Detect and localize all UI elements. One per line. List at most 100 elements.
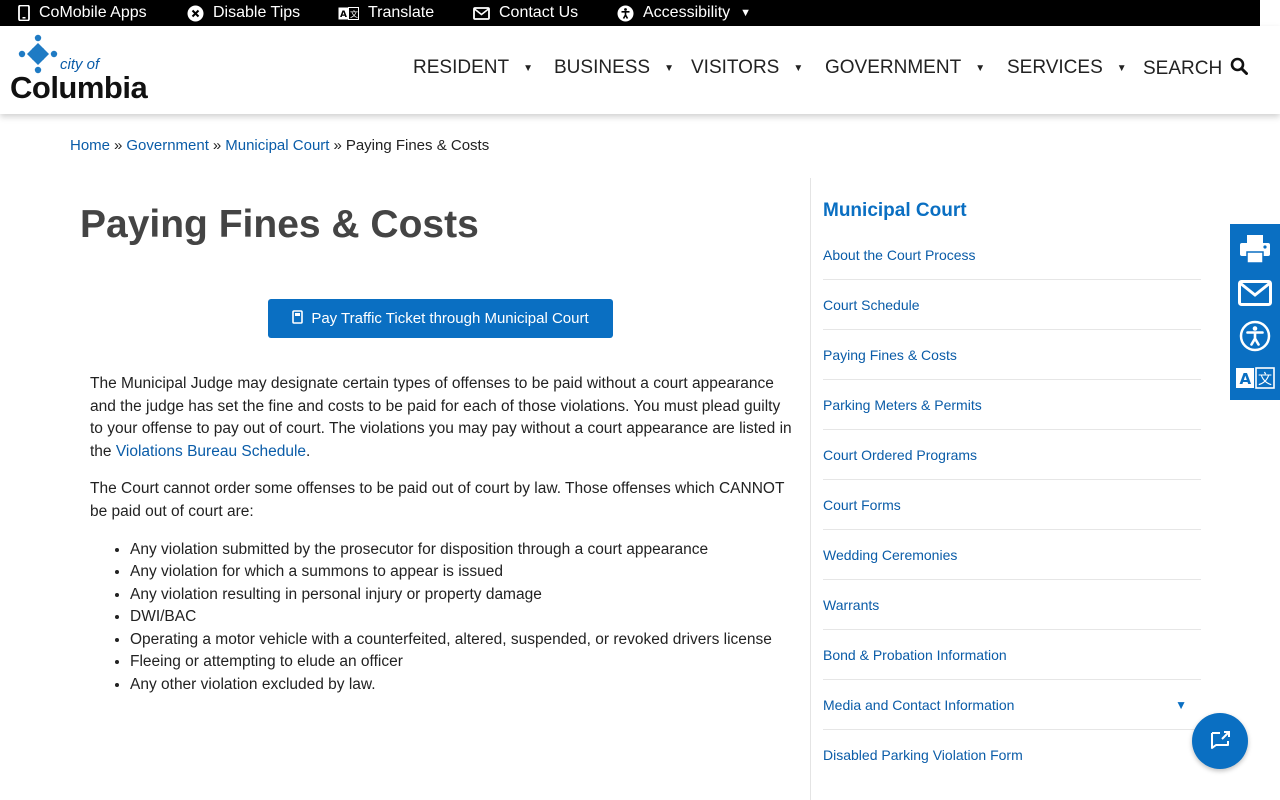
violations-bureau-schedule-link[interactable]: Violations Bureau Schedule [116, 443, 306, 460]
caret-down-icon: ▼ [1116, 62, 1127, 74]
sidebar-item-court-process[interactable]: About the Court Process [823, 230, 1201, 280]
translate-icon: A文 [338, 6, 359, 20]
sidebar-item-label: Paying Fines & Costs [823, 346, 957, 363]
close-circle-icon [187, 5, 204, 22]
nav-visitors[interactable]: VISITORS ▼ [691, 57, 803, 79]
search-icon [1230, 57, 1249, 81]
sidebar-item-label: Court Schedule [823, 296, 920, 313]
sidebar-item-label: Media and Contact Information [823, 696, 1015, 713]
sidebar-item-label: Parking Meters & Permits [823, 396, 982, 413]
list-item: Fleeing or attempting to elude an office… [130, 651, 792, 674]
sidebar: Municipal Court About the Court Process … [810, 178, 1210, 800]
intro-text-end: . [306, 442, 311, 460]
accessibility-button[interactable] [1230, 314, 1280, 358]
caret-down-icon: ▼ [664, 62, 674, 74]
pay-traffic-ticket-button[interactable]: Pay Traffic Ticket through Municipal Cou… [268, 299, 613, 338]
sidebar-item-label: Warrants [823, 596, 880, 613]
list-item: Any violation submitted by the prosecuto… [130, 539, 792, 562]
nav-business[interactable]: BUSINESS ▼ [554, 57, 674, 79]
sidebar-item-court-ordered-programs[interactable]: Court Ordered Programs [823, 430, 1201, 480]
chevron-down-icon: ▼ [740, 7, 752, 19]
svg-text:文: 文 [1258, 372, 1272, 388]
list-item: Any other violation excluded by law. [130, 674, 792, 697]
nav-resident-label: RESIDENT [413, 57, 510, 78]
accessibility-menu[interactable]: Accessibility ▼ [617, 0, 751, 26]
caret-down-icon: ▼ [975, 62, 986, 74]
sidebar-item-bond-probation[interactable]: Bond & Probation Information [823, 630, 1201, 680]
email-icon [1238, 280, 1272, 306]
caret-down-icon: ▼ [793, 62, 804, 74]
site-header: city of Columbia RESIDENT ▼ BUSINESS ▼ VIS… [0, 26, 1280, 114]
comobile-apps-link[interactable]: CoMobile Apps [18, 0, 147, 26]
translate-icon: A文 [1236, 367, 1275, 389]
intro-paragraph: The Municipal Judge may designate certai… [90, 373, 792, 463]
disable-tips-label: Disable Tips [213, 4, 301, 21]
breadcrumb-separator: » [114, 137, 123, 154]
email-button[interactable] [1230, 271, 1280, 315]
breadcrumb-home[interactable]: Home [70, 137, 110, 154]
breadcrumb-current: Paying Fines & Costs [345, 137, 490, 154]
list-item: DWI/BAC [130, 606, 792, 629]
svg-text:文: 文 [350, 9, 358, 19]
nav-government[interactable]: GOVERNMENT ▼ [825, 57, 985, 79]
sidebar-item-label: Court Forms [823, 496, 901, 513]
chat-button[interactable] [1192, 713, 1248, 769]
share-toolbar: A文 [1230, 224, 1280, 400]
disable-tips-link[interactable]: Disable Tips [187, 0, 300, 26]
nav-business-label: BUSINESS [554, 57, 651, 78]
nav-government-label: GOVERNMENT [825, 57, 962, 78]
sidebar-item-court-forms[interactable]: Court Forms [823, 480, 1201, 530]
sidebar-item-media-contact[interactable]: Media and Contact Information ▼ [823, 680, 1201, 730]
nav-search[interactable]: SEARCH [1143, 57, 1249, 81]
print-button[interactable] [1230, 227, 1280, 271]
nav-services-label: SERVICES [1007, 57, 1103, 78]
sidebar-item-warrants[interactable]: Warrants [823, 580, 1201, 630]
sidebar-item-paying-fines[interactable]: Paying Fines & Costs [823, 330, 1201, 380]
breadcrumb-separator: » [333, 137, 342, 154]
sidebar-list: About the Court Process Court Schedule P… [823, 230, 1201, 780]
cannot-pay-paragraph: The Court cannot order some offenses to … [90, 480, 785, 520]
accessibility-icon [1239, 320, 1271, 352]
envelope-icon [473, 6, 490, 20]
list-item: Operating a motor vehicle with a counter… [130, 629, 792, 652]
nav-visitors-label: VISITORS [691, 57, 780, 78]
accessibility-icon [617, 5, 634, 22]
accessibility-label: Accessibility [643, 4, 731, 21]
breadcrumb-separator: » [212, 137, 222, 154]
svg-text:A: A [1240, 370, 1252, 388]
contact-us-label: Contact Us [499, 4, 579, 21]
sidebar-item-disabled-parking[interactable]: Disabled Parking Violation Form [823, 730, 1201, 780]
breadcrumb-municipal-court[interactable]: Municipal Court [225, 137, 329, 154]
chat-icon [1211, 731, 1230, 749]
sidebar-item-wedding-ceremonies[interactable]: Wedding Ceremonies [823, 530, 1201, 580]
expand-caret-icon[interactable]: ▼ [1175, 698, 1187, 712]
sidebar-item-label: Bond & Probation Information [823, 646, 1007, 663]
translate-button[interactable]: A文 [1230, 356, 1280, 400]
breadcrumb-government[interactable]: Government [126, 137, 209, 154]
sidebar-item-parking-meters[interactable]: Parking Meters & Permits [823, 380, 1201, 430]
main-content: The Municipal Judge may designate certai… [90, 373, 792, 696]
sidebar-item-court-schedule[interactable]: Court Schedule [823, 280, 1201, 330]
svg-text:A: A [340, 10, 347, 20]
sidebar-title[interactable]: Municipal Court [823, 200, 967, 222]
document-icon [292, 309, 304, 328]
caret-down-icon: ▼ [523, 62, 533, 74]
nav-services[interactable]: SERVICES ▼ [1007, 57, 1127, 79]
comobile-apps-label: CoMobile Apps [39, 4, 147, 21]
contact-us-link[interactable]: Contact Us [473, 0, 578, 26]
translate-label: Translate [368, 4, 435, 21]
main-nav: RESIDENT ▼ BUSINESS ▼ VISITORS ▼ GOVERNMENT… [0, 26, 1280, 114]
list-item: Any violation for which a summons to app… [130, 561, 792, 584]
sidebar-item-label: Wedding Ceremonies [823, 546, 958, 563]
translate-link[interactable]: A文 Translate [338, 0, 434, 26]
page-title: Paying Fines & Costs [80, 203, 479, 246]
nav-resident[interactable]: RESIDENT ▼ [413, 57, 533, 79]
print-icon [1240, 235, 1270, 264]
list-item: Any violation resulting in personal inju… [130, 584, 792, 607]
mobile-phone-icon [18, 5, 30, 21]
breadcrumb: Home» Government» Municipal Court» Paying F… [70, 137, 489, 154]
sidebar-item-label: Court Ordered Programs [823, 446, 978, 463]
excluded-offenses-list: Any violation submitted by the prosecuto… [130, 539, 792, 697]
sidebar-item-label: About the Court Process [823, 246, 976, 263]
utility-bar: CoMobile Apps Disable Tips A文 Translate … [0, 0, 1260, 26]
